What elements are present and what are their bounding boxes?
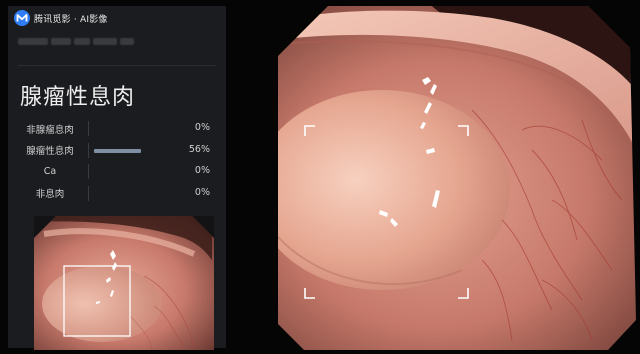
probability-row: Ca 0% xyxy=(18,161,218,183)
probability-label: 腺瘤性息肉 xyxy=(26,146,74,158)
analysis-panel: 腾讯觅影 · AI影像 腺瘤性息肉 非腺瘤息肉 0% 腺瘤性息肉 56% Ca xyxy=(8,6,226,350)
row-separator xyxy=(88,121,89,136)
row-separator xyxy=(88,142,89,158)
probability-label: Ca xyxy=(43,166,57,178)
endoscopy-main-view[interactable] xyxy=(232,0,640,354)
screen: 腾讯觅影 · AI影像 腺瘤性息肉 非腺瘤息肉 0% 腺瘤性息肉 56% Ca xyxy=(0,0,640,354)
probability-bar xyxy=(94,148,178,153)
endoscopy-thumbnail[interactable] xyxy=(34,216,214,350)
probability-value: 0% xyxy=(194,122,210,133)
probability-list: 非腺瘤息肉 0% 腺瘤性息肉 56% Ca 0% 非息肉 0% xyxy=(18,118,218,204)
brand: 腾讯觅影 · AI影像 xyxy=(14,10,108,26)
probability-bar xyxy=(94,192,178,196)
endoscopy-polyp-image xyxy=(278,6,636,350)
probability-label: 非腺瘤息肉 xyxy=(26,124,74,136)
probability-label: 非息肉 xyxy=(35,189,65,201)
patient-info-redacted xyxy=(18,35,134,47)
probability-row: 非息肉 0% xyxy=(18,183,218,205)
endoscopy-thumbnail-image xyxy=(34,216,214,350)
probability-row: 非腺瘤息肉 0% xyxy=(18,118,218,140)
row-separator xyxy=(88,164,89,179)
probability-bar-fill xyxy=(94,148,142,153)
row-separator xyxy=(88,185,89,201)
brand-logo-icon xyxy=(14,10,30,26)
probability-row: 腺瘤性息肉 56% xyxy=(18,140,218,162)
probability-value: 0% xyxy=(194,186,210,198)
diagnosis-title: 腺瘤性息肉 xyxy=(20,85,136,110)
probability-bar xyxy=(94,170,178,174)
divider xyxy=(18,65,216,66)
probability-value: 56% xyxy=(188,143,210,155)
probability-bar xyxy=(94,127,178,131)
brand-name: 腾讯觅影 · AI影像 xyxy=(34,14,108,25)
probability-value: 0% xyxy=(194,165,210,176)
